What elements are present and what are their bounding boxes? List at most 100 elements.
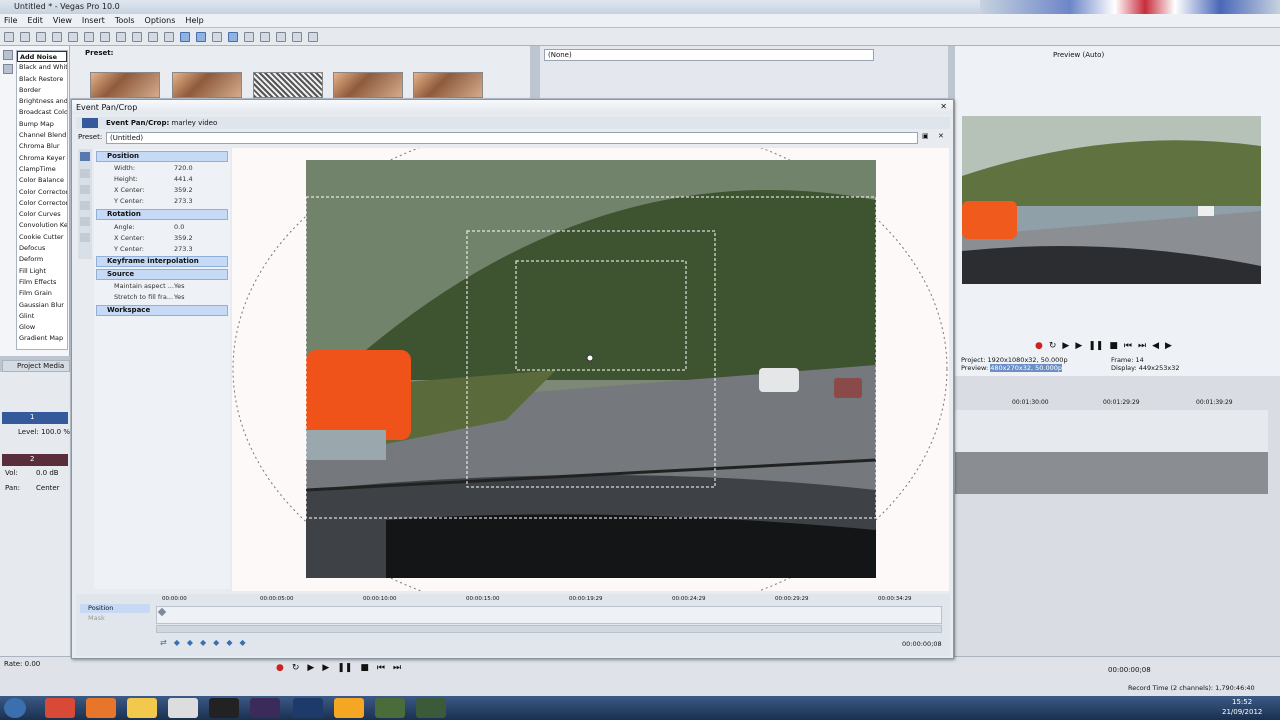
pause-icon[interactable]: ❚❚ [337, 663, 352, 673]
app-icon[interactable] [416, 698, 446, 718]
menu-edit[interactable]: Edit [27, 16, 43, 25]
loop-icon[interactable]: ↻ [292, 663, 300, 673]
properties-icon[interactable] [84, 31, 94, 42]
group-keyframe-interpolation[interactable]: Keyframe interpolation [96, 256, 228, 267]
player-icon[interactable] [334, 698, 364, 718]
group-position[interactable]: Position [96, 151, 228, 162]
list-item[interactable]: Glow [17, 322, 67, 333]
pan-value[interactable]: Center [36, 484, 60, 492]
kf-track-mask[interactable]: Mask [80, 614, 150, 623]
delete-preset-icon[interactable]: ✕ [938, 132, 944, 140]
list-item[interactable]: Color Curves [17, 209, 67, 220]
list-item[interactable]: Glint [17, 311, 67, 322]
list-item[interactable]: Color Corrector [17, 198, 67, 209]
explorer-icon[interactable] [127, 698, 157, 718]
list-item[interactable]: Cookie Cutter [17, 232, 67, 243]
list-item[interactable]: Black and White [17, 62, 67, 73]
list-item[interactable]: Convolution Kernel [17, 220, 67, 231]
list-item[interactable]: Color Balance [17, 175, 67, 186]
first-keyframe-icon[interactable]: ◆ [174, 638, 180, 647]
paste-icon[interactable] [132, 31, 142, 42]
lock-aspect-icon[interactable] [80, 201, 90, 210]
after-effects-icon[interactable] [250, 698, 280, 718]
menu-insert[interactable]: Insert [82, 16, 105, 25]
prop-value[interactable]: 720.0 [174, 164, 193, 172]
list-item[interactable]: Gaussian Blur [17, 300, 67, 311]
last-keyframe-icon[interactable]: ◆ [239, 638, 245, 647]
play-icon[interactable]: ▶ [322, 663, 329, 673]
help-icon[interactable] [308, 31, 318, 42]
preset-thumbnail[interactable] [172, 72, 242, 98]
list-item[interactable]: Add Noise [17, 51, 67, 63]
kf-lane[interactable] [156, 606, 942, 624]
normal-edit-tool-icon[interactable] [80, 152, 90, 161]
loop-icon[interactable]: ↻ [1049, 341, 1057, 351]
list-item[interactable]: ClampTime [17, 164, 67, 175]
list-item[interactable]: Defocus [17, 243, 67, 254]
prop-value[interactable]: 441.4 [174, 175, 193, 183]
app-icon[interactable] [375, 698, 405, 718]
track-1-header[interactable]: 1 [2, 412, 68, 424]
tree-icon[interactable] [3, 50, 13, 60]
list-item[interactable]: Chroma Blur [17, 141, 67, 152]
start-button-icon[interactable] [4, 698, 26, 718]
menu-tools[interactable]: Tools [115, 16, 135, 25]
save-preset-icon[interactable]: ▣ [922, 132, 929, 140]
undo-icon[interactable] [148, 31, 158, 42]
add-keyframe-icon[interactable]: ◆ [200, 638, 206, 647]
kf-track-position[interactable]: Position [80, 604, 150, 613]
go-to-start-icon[interactable]: ⏮ [377, 663, 385, 673]
open-icon[interactable] [20, 31, 30, 42]
kf-scrollbar[interactable] [156, 625, 942, 633]
menu-file[interactable]: File [4, 16, 17, 25]
keyframe-marker[interactable] [157, 607, 167, 617]
list-item[interactable]: Film Grain [17, 288, 67, 299]
trimmer-media-select[interactable]: (None) [544, 49, 874, 61]
auto-crossfade-icon[interactable] [244, 31, 254, 42]
snapping-icon[interactable] [228, 31, 238, 42]
preset-thumbnail[interactable] [333, 72, 403, 98]
lock-envelopes-icon[interactable] [276, 31, 286, 42]
list-item[interactable]: Deform [17, 254, 67, 265]
envelope-tool-icon[interactable] [196, 31, 206, 42]
list-item[interactable]: Brightness and Contrast [17, 96, 67, 107]
play-from-start-icon[interactable]: ▶ [1062, 341, 1069, 351]
vol-value[interactable]: 0.0 dB [36, 469, 59, 477]
auto-ripple-icon[interactable] [260, 31, 270, 42]
selection-tool-icon[interactable] [212, 31, 222, 42]
move-free-icon[interactable] [80, 233, 90, 242]
photoshop-icon[interactable] [293, 698, 323, 718]
list-item[interactable]: Chroma Keyer [17, 153, 67, 164]
menu-help[interactable]: Help [185, 16, 203, 25]
close-icon[interactable]: ✕ [940, 102, 947, 111]
redo-icon[interactable] [164, 31, 174, 42]
render-icon[interactable] [68, 31, 78, 42]
track-2-header[interactable]: 2 [2, 454, 68, 466]
go-to-end-icon[interactable]: ⏭ [1138, 341, 1146, 351]
prop-value[interactable]: 273.3 [174, 245, 193, 253]
magnify-icon[interactable] [80, 169, 90, 178]
record-icon[interactable]: ● [1035, 341, 1043, 351]
list-item[interactable]: Black Restore [17, 74, 67, 85]
list-item[interactable]: Broadcast Colors [17, 107, 67, 118]
prop-value[interactable]: Yes [174, 293, 185, 301]
prop-value[interactable]: 0.0 [174, 223, 184, 231]
next-keyframe-icon[interactable]: ◆ [226, 638, 232, 647]
preset-thumbnail[interactable] [90, 72, 160, 98]
list-item[interactable]: Channel Blend [17, 130, 67, 141]
prop-value[interactable]: 359.2 [174, 234, 193, 242]
preset-thumbnail[interactable] [253, 72, 323, 98]
chrome-icon[interactable] [45, 698, 75, 718]
list-item[interactable]: Film Effects [17, 277, 67, 288]
folder-icon[interactable] [3, 64, 13, 74]
pause-icon[interactable]: ❚❚ [1088, 341, 1103, 351]
list-item[interactable]: Gradient Map [17, 333, 67, 344]
cut-icon[interactable] [100, 31, 110, 42]
delete-keyframe-icon[interactable]: ◆ [213, 638, 219, 647]
stop-icon[interactable]: ■ [360, 663, 369, 673]
new-icon[interactable] [4, 31, 14, 42]
save-as-icon[interactable] [52, 31, 62, 42]
prop-value[interactable]: Yes [174, 282, 185, 290]
go-to-end-icon[interactable]: ⏭ [393, 663, 401, 673]
prop-value[interactable]: 273.3 [174, 197, 193, 205]
